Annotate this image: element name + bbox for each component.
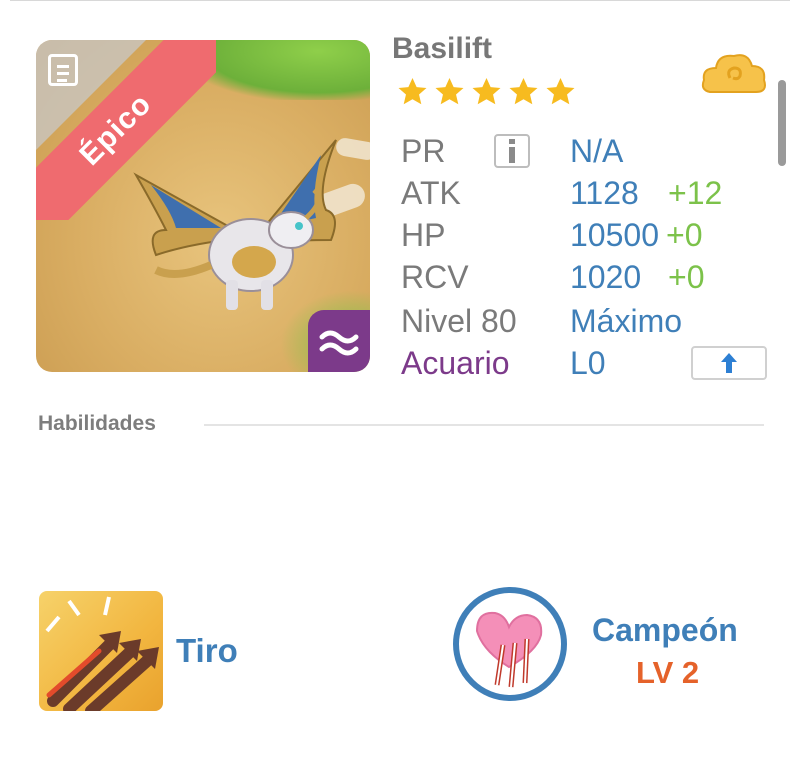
upgrade-button[interactable] (691, 346, 767, 380)
cloud-icon[interactable] (700, 48, 768, 100)
rcv-label: RCV (401, 259, 469, 295)
document-icon[interactable] (48, 54, 78, 86)
dragon-name: Basilift (392, 32, 493, 65)
sign-label: Acuario (401, 345, 510, 381)
dragon-portrait[interactable]: Épico (36, 40, 370, 372)
heart-claw-icon (475, 611, 543, 688)
shot-skill-name[interactable]: Tiro (176, 632, 238, 670)
level-label: Nivel 80 (401, 303, 517, 339)
scrollbar[interactable] (778, 80, 786, 166)
top-divider (10, 0, 790, 1)
arrow-up-icon (721, 353, 737, 373)
champion-skill-name[interactable]: Campeón (592, 612, 738, 649)
pr-value: N/A (570, 133, 624, 169)
champion-skill-icon[interactable] (453, 587, 567, 701)
info-button[interactable] (494, 134, 530, 168)
champion-skill-level: LV 2 (636, 655, 700, 690)
arrows-icon (45, 596, 159, 711)
pr-label: PR (401, 133, 446, 169)
star-icon (398, 78, 427, 105)
sign-value: L0 (570, 345, 606, 381)
atk-bonus: +12 (668, 175, 723, 211)
section-divider (204, 424, 764, 426)
wave-icon (319, 330, 359, 356)
star-icon (509, 78, 538, 105)
hp-label: HP (401, 217, 446, 253)
skills-section-title: Habilidades (38, 412, 156, 435)
level-value: Máximo (570, 303, 683, 339)
rcv-value: 1020 (570, 259, 642, 295)
shot-skill-icon[interactable] (39, 591, 163, 711)
star-icon (546, 78, 575, 105)
info-icon (509, 139, 515, 163)
hp-bonus: +0 (666, 217, 703, 253)
star-rating (396, 76, 577, 108)
star-icon (472, 78, 501, 105)
hp-value: 10500 (570, 217, 659, 253)
atk-label: ATK (401, 175, 461, 211)
star-icon (435, 78, 464, 105)
element-badge (308, 310, 370, 372)
rcv-bonus: +0 (668, 259, 705, 295)
atk-value: 1128 (570, 175, 639, 211)
